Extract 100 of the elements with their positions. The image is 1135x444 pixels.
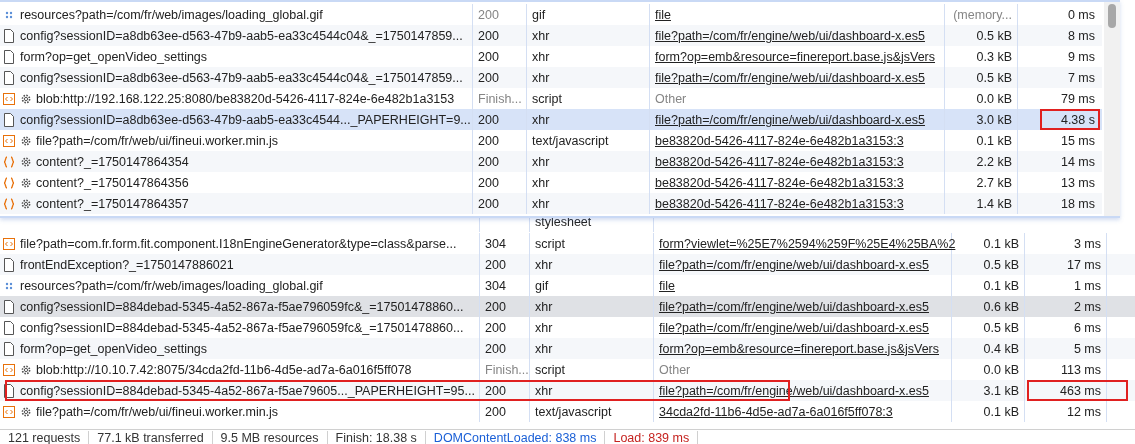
type-cell: xhr [527, 193, 650, 214]
scrollbar[interactable] [1104, 2, 1120, 216]
request-row[interactable]: config?sessionID=884debad-5345-4a52-867a-f5ae796059fc&_=17501478860... 200 xhr file?path=/com/fr/engine/web/ui/dashboard-x.es5 0.6 kB 2 ms [0, 296, 1135, 317]
size-cell: 1.4 kB [976, 196, 1012, 211]
type-cell: xhr [530, 254, 654, 275]
initiator-link[interactable]: file?path=/com/fr/engine/web/ui/dashboard-x.es5 [659, 299, 929, 314]
status-text: 9.5 MB resources [212, 431, 328, 444]
initiator-link[interactable]: file [659, 278, 675, 293]
request-row[interactable]: config?sessionID=a8db63ee-d563-47b9-aab5-ea33c4544c04&_=1750147859... 200 xhr file?path=/com/fr/engine/web/ui/dashboard-x.es5 0.5 kB 8 ms [0, 25, 1102, 46]
initiator-link[interactable]: be83820d-5426-4117-824e-6e482b1a3153:3 [655, 175, 904, 190]
request-name: frontEndException?_=1750147886021 [20, 257, 234, 272]
initiator-link[interactable]: be83820d-5426-4117-824e-6e482b1a3153:3 [655, 133, 904, 148]
request-row[interactable]: file?path=/com/fr/web/ui/fineui.worker.min.js 200 text/javascript 34cda2fd-11b6-4d5e-ad7a-6a016f5ff078:3 0.1 kB 12 ms [0, 401, 1135, 422]
time-cell: 12 ms [1066, 404, 1101, 419]
initiator-cell: Other [659, 362, 691, 377]
size-cell: 0.0 kB [976, 91, 1012, 106]
initiator-link[interactable]: file?path=/com/fr/engine/web/ui/dashboard-x.es5 [655, 70, 925, 85]
request-name: content?_=1750147864357 [36, 196, 189, 211]
document-icon [3, 49, 15, 64]
script-icon [3, 404, 15, 419]
time-cell: 13 ms [1060, 175, 1095, 190]
request-name: form?op=get_openVideo_settings [20, 341, 208, 356]
status-cell: 200 [473, 109, 527, 130]
request-name: config?sessionID=a8db63ee-d563-47b9-aab5-ea33c4544..._PAPERHEIGHT=9... [20, 112, 471, 127]
braces-icon [3, 175, 15, 190]
time-cell: 7 ms [1067, 70, 1095, 85]
size-cell: 0.5 kB [952, 254, 1025, 275]
type-cell: script [530, 359, 654, 380]
request-row[interactable]: content?_=1750147864357 200 xhr be83820d-5426-4117-824e-6e482b1a3153:3 1.4 kB 18 ms [0, 193, 1102, 214]
initiator-link[interactable]: be83820d-5426-4117-824e-6e482b1a3153:3 [655, 154, 904, 169]
request-row[interactable]: frontEndException?_=1750147886021 200 xhr file?path=/com/fr/engine/web/ui/dashboard-x.es5 0.5 kB 17 ms [0, 254, 1135, 275]
size-cell: 0.5 kB [976, 70, 1012, 85]
size-cell: 0.1 kB [976, 133, 1012, 148]
braces-icon [3, 154, 15, 169]
status-cell: 200 [480, 401, 530, 422]
status-text: Finish: 18.38 s [327, 431, 426, 444]
initiator-link[interactable]: file?path=/com/fr/engine/web/ui/dashboard-x.es5 [659, 257, 929, 272]
request-name: form?op=get_openVideo_settings [20, 49, 208, 64]
document-icon [3, 28, 15, 43]
request-row[interactable]: content?_=1750147864354 200 xhr be83820d-5426-4117-824e-6e482b1a3153:3 2.2 kB 14 ms [0, 151, 1102, 172]
request-name: resources?path=/com/fr/web/images/loading_global.gif [20, 7, 323, 22]
status-text: Load: 839 ms [605, 431, 699, 444]
time-cell: 1 ms [1073, 278, 1101, 293]
size-cell: 0.5 kB [976, 28, 1012, 43]
type-cell: xhr [527, 67, 650, 88]
request-row[interactable]: config?sessionID=a8db63ee-d563-47b9-aab5-ea33c4544..._PAPERHEIGHT=9... 200 xhr file?path=/com/fr/engine/web/ui/dashboard-x.es5 3.0 kB 4.38 s [0, 109, 1102, 130]
request-row[interactable]: form?op=get_openVideo_settings 200 xhr form?op=emb&resource=finereport.base.js&jsVers 0.4 kB 5 ms [0, 338, 1135, 359]
size-cell: (memory... [953, 7, 1012, 22]
initiator-link[interactable]: form?op=emb&resource=finereport.base.js&jsVers [655, 49, 935, 64]
size-cell: 0.6 kB [952, 296, 1025, 317]
type-cell: xhr [527, 109, 650, 130]
initiator-link[interactable]: file [655, 7, 671, 22]
status-cell: 200 [480, 296, 530, 317]
time-cell: 113 ms [1060, 362, 1101, 377]
time-cell: 17 ms [1066, 257, 1101, 272]
script-icon [3, 133, 15, 148]
request-name: file?path=com.fr.form.fit.component.I18nEngineGenerator&type=class&parse... [20, 236, 457, 251]
initiator-link[interactable]: file?path=/com/fr/engine/web/ui/dashboard-x.es5 [655, 28, 925, 43]
time-cell: 6 ms [1073, 320, 1101, 335]
type-cell: text/javascript [530, 401, 654, 422]
time-cell: 9 ms [1067, 49, 1095, 64]
status-cell: 200 [480, 380, 530, 401]
document-icon [3, 341, 15, 356]
initiator-link[interactable]: be83820d-5426-4117-824e-6e482b1a3153:3 [655, 196, 904, 211]
type-cell: xhr [527, 25, 650, 46]
time-cell: 5 ms [1073, 341, 1101, 356]
initiator-link[interactable]: form?op=emb&resource=finereport.base.js&jsVers [659, 341, 939, 356]
time-cell: 8 ms [1067, 28, 1095, 43]
time-cell: 4.38 s [1060, 112, 1095, 127]
time-cell: 18 ms [1060, 196, 1095, 211]
request-name: config?sessionID=884debad-5345-4a52-867a-f5ae796059fc&_=17501478860... [20, 320, 464, 335]
document-icon [3, 112, 15, 127]
size-cell: 3.0 kB [976, 112, 1012, 127]
script-icon [3, 362, 15, 377]
status-cell: 200 [473, 151, 527, 172]
request-name: config?sessionID=a8db63ee-d563-47b9-aab5-ea33c4544c04&_=1750147859... [20, 70, 463, 85]
type-cell: xhr [530, 380, 654, 401]
initiator-cell: Other [655, 91, 687, 106]
request-name: config?sessionID=884debad-5345-4a52-867a-f5ae796059fc&_=17501478860... [20, 299, 464, 314]
time-cell: 15 ms [1060, 133, 1095, 148]
initiator-link[interactable]: 34cda2fd-11b6-4d5e-ad7a-6a016f5ff078:3 [659, 404, 893, 419]
initiator-link[interactable]: file?path=/com/fr/engine/web/ui/dashboard-x.es5 [659, 320, 929, 335]
request-name: blob:http://192.168.122.25:8080/be83820d-5426-4117-824e-6e482b1a3153 [36, 91, 455, 106]
request-row[interactable]: config?sessionID=a8db63ee-d563-47b9-aab5-ea33c4544c04&_=1750147859... 200 xhr file?path=/com/fr/engine/web/ui/dashboard-x.es5 0.5 kB 7 ms [0, 67, 1102, 88]
time-cell: 14 ms [1060, 154, 1095, 169]
type-cell: xhr [527, 151, 650, 172]
status-text: 121 requests [0, 431, 90, 444]
size-cell: 0.3 kB [976, 49, 1012, 64]
status-cell: 200 [473, 25, 527, 46]
size-cell: 0.4 kB [952, 338, 1025, 359]
document-icon [3, 383, 15, 398]
initiator-link[interactable]: file?path=/com/fr/engine/web/ui/dashboard-x.es5 [655, 112, 925, 127]
document-icon [3, 70, 15, 85]
status-cell: 200 [480, 254, 530, 275]
size-cell: 3.1 kB [952, 380, 1025, 401]
script-icon [3, 91, 15, 106]
time-cell: 463 ms [1060, 383, 1101, 398]
status-cell: 200 [480, 338, 530, 359]
type-cell: xhr [530, 338, 654, 359]
status-cell: 200 [473, 193, 527, 214]
